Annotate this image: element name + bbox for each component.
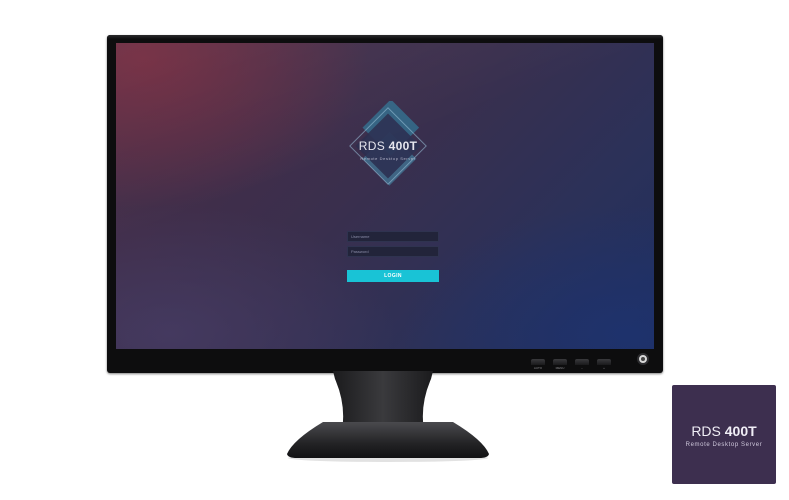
thumbnail-brand-subtitle: Remote Desktop Server xyxy=(685,442,763,448)
power-icon[interactable] xyxy=(637,353,649,365)
brand-name-light: RDS xyxy=(358,139,389,153)
monitor-plus-button[interactable] xyxy=(597,359,611,365)
monitor-stand-base xyxy=(287,422,489,462)
thumbnail-brand-name: RDS 400T xyxy=(672,423,776,439)
brand-name: RDS 400T xyxy=(343,139,433,153)
monitor-auto-label: AUTO xyxy=(533,366,543,370)
monitor-minus-label: – xyxy=(581,366,583,370)
username-field[interactable] xyxy=(347,231,439,242)
thumbnail-brand-name-bold: 400T xyxy=(724,423,757,439)
login-screen: RDS 400T Remote Desktop Server LOGIN xyxy=(116,43,654,349)
monitor-minus-button[interactable] xyxy=(575,359,589,365)
brand-thumbnail: RDS 400T Remote Desktop Server xyxy=(672,385,776,484)
monitor-menu-label: MENU xyxy=(555,366,565,370)
thumbnail-brand-name-light: RDS xyxy=(691,423,725,439)
login-button[interactable]: LOGIN xyxy=(347,270,439,282)
monitor-menu-button[interactable] xyxy=(553,359,567,365)
bezel-sheen xyxy=(107,35,663,39)
rds-logo: RDS 400T Remote Desktop Server xyxy=(343,101,433,191)
password-field[interactable] xyxy=(347,246,439,257)
brand-subtitle: Remote Desktop Server xyxy=(360,156,416,161)
monitor-plus-label: + xyxy=(603,366,605,370)
brand-name-bold: 400T xyxy=(388,139,418,153)
monitor: RDS 400T Remote Desktop Server LOGIN AUT… xyxy=(107,35,663,373)
screen-reflection xyxy=(116,43,654,349)
monitor-auto-button[interactable] xyxy=(531,359,545,365)
